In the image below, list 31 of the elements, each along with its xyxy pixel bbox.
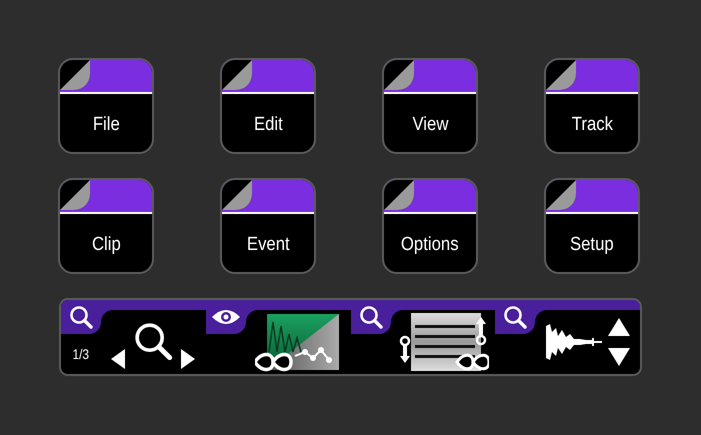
page-curl-icon bbox=[222, 60, 252, 90]
up-arrow[interactable] bbox=[608, 318, 630, 336]
menu-button[interactable]: Clip bbox=[58, 178, 154, 274]
page-curl-icon bbox=[60, 180, 90, 210]
search-icon bbox=[358, 305, 382, 329]
search-icon bbox=[503, 305, 528, 329]
waveform-icon bbox=[546, 324, 602, 360]
menu-button[interactable]: Setup bbox=[544, 178, 640, 274]
page-curl-icon bbox=[546, 60, 576, 90]
page-curl-icon bbox=[384, 60, 414, 90]
page-curl-icon bbox=[546, 180, 576, 210]
next-arrow[interactable] bbox=[181, 349, 196, 369]
page-curl-icon bbox=[222, 180, 252, 210]
menu-button[interactable]: Options bbox=[382, 178, 478, 274]
zoom-tab[interactable] bbox=[61, 300, 101, 334]
menu-button[interactable]: Event bbox=[220, 178, 316, 274]
eye-icon bbox=[210, 307, 241, 327]
view-tab[interactable] bbox=[206, 300, 246, 334]
down-arrow[interactable] bbox=[608, 348, 630, 366]
page-curl-icon bbox=[384, 180, 414, 210]
page-indicator: 1/3 bbox=[72, 346, 90, 362]
menu-button[interactable]: View bbox=[382, 58, 478, 154]
page-curl-icon bbox=[60, 60, 90, 90]
menu-button[interactable]: Track bbox=[544, 58, 640, 154]
previous-arrow[interactable] bbox=[111, 349, 126, 369]
search-icon bbox=[133, 321, 174, 361]
zoom-tab[interactable] bbox=[495, 300, 536, 334]
menu-button[interactable]: File bbox=[58, 58, 154, 154]
zoom-tab[interactable] bbox=[350, 300, 390, 334]
menu-button[interactable]: Edit bbox=[220, 58, 316, 154]
search-icon bbox=[69, 305, 93, 329]
